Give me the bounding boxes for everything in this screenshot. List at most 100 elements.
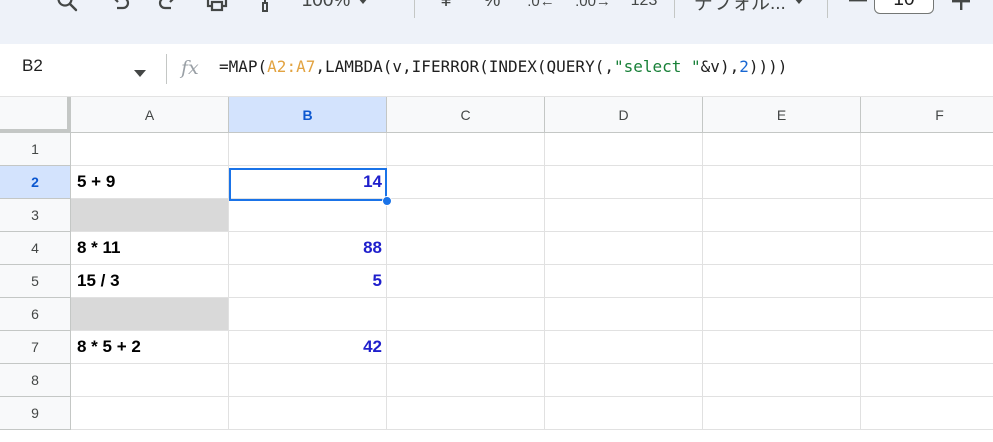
undo-icon[interactable] [107,0,133,14]
column-header-c[interactable]: C [387,97,545,133]
formula-range-ref: A2:A7 [267,57,316,76]
cell-e1[interactable] [703,133,861,166]
cell-e8[interactable] [703,364,861,397]
cell-a4[interactable]: 8 * 11 [71,232,229,265]
cell-c3[interactable] [387,199,545,232]
cell-f9[interactable] [861,397,993,430]
column-header-d[interactable]: D [545,97,703,133]
cell-b9[interactable] [229,397,387,430]
cell-b8[interactable] [229,364,387,397]
name-box-dropdown-icon[interactable] [134,64,146,82]
column-header-f[interactable]: F [861,97,993,133]
font-family-select[interactable]: デフォル... [694,0,814,14]
cell-a1[interactable] [71,133,229,166]
cell-d5[interactable] [545,265,703,298]
cell-b1[interactable] [229,133,387,166]
column-header-e[interactable]: E [703,97,861,133]
cell-e6[interactable] [703,298,861,331]
cell-a8[interactable] [71,364,229,397]
fill-handle[interactable] [382,196,392,206]
cell-f5[interactable] [861,265,993,298]
cell-e9[interactable] [703,397,861,430]
cell-d2[interactable] [545,166,703,199]
cell-b7[interactable]: 42 [229,331,387,364]
print-icon[interactable] [203,0,231,14]
cell-a5[interactable]: 15 / 3 [71,265,229,298]
formula-segment: &v), [700,57,740,76]
select-all-corner[interactable] [0,97,71,133]
cell-c7[interactable] [387,331,545,364]
cell-e5[interactable] [703,265,861,298]
search-icon[interactable] [54,0,80,14]
cell-d6[interactable] [545,298,703,331]
formula-input[interactable]: =MAP(A2:A7,LAMBDA(v,IFERROR(INDEX(QUERY(… [219,57,787,76]
cell-d3[interactable] [545,199,703,232]
paint-format-icon[interactable] [252,0,278,14]
cell-f7[interactable] [861,331,993,364]
row-header-7[interactable]: 7 [0,331,71,364]
cell-f8[interactable] [861,364,993,397]
cell-f4[interactable] [861,232,993,265]
row-header-1[interactable]: 1 [0,133,71,166]
row-header-2[interactable]: 2 [0,166,71,199]
cell-a3[interactable] [71,199,229,232]
cell-a9[interactable] [71,397,229,430]
cell-b3[interactable] [229,199,387,232]
zoom-value: 100% [301,0,351,11]
decrease-decimal-button[interactable]: .0← [526,0,556,14]
cell-b6[interactable] [229,298,387,331]
cell-c8[interactable] [387,364,545,397]
cell-c1[interactable] [387,133,545,166]
cell-b4[interactable]: 88 [229,232,387,265]
cell-d7[interactable] [545,331,703,364]
cell-b2[interactable]: 14 [229,166,387,199]
name-box[interactable]: B2 [22,56,43,76]
font-size-input[interactable]: 10 [874,0,934,14]
more-formats-button[interactable]: 123 [627,0,661,14]
cell-c9[interactable] [387,397,545,430]
redo-icon[interactable] [155,0,181,14]
formula-segment: )))) [748,57,788,76]
zoom-select[interactable]: 100% [300,0,370,14]
cell-c5[interactable] [387,265,545,298]
cell-d9[interactable] [545,397,703,430]
row-header-9[interactable]: 9 [0,397,71,430]
cell-e7[interactable] [703,331,861,364]
cell-a2[interactable]: 5 + 9 [71,166,229,199]
row-header-6[interactable]: 6 [0,298,71,331]
column-header-a[interactable]: A [71,97,229,133]
cell-c6[interactable] [387,298,545,331]
toolbar-separator [674,0,675,18]
cell-f1[interactable] [861,133,993,166]
fx-icon: fx [181,57,199,79]
cell-e3[interactable] [703,199,861,232]
cell-e2[interactable] [703,166,861,199]
cell-d1[interactable] [545,133,703,166]
currency-format-button[interactable]: ¥ [436,0,456,14]
column-header-b[interactable]: B [229,97,387,133]
format-123-label: 123 [630,0,658,9]
row-header-3[interactable]: 3 [0,199,71,232]
row-header-5[interactable]: 5 [0,265,71,298]
increase-font-size-button[interactable] [950,0,972,14]
cell-f2[interactable] [861,166,993,199]
cell-a6[interactable] [71,298,229,331]
cell-e4[interactable] [703,232,861,265]
toolbar-separator [414,0,415,18]
cell-b5[interactable]: 5 [229,265,387,298]
cell-d4[interactable] [545,232,703,265]
cell-f6[interactable] [861,298,993,331]
formula-string-literal: "select " [613,57,701,76]
formula-bar: B2 fx =MAP(A2:A7,LAMBDA(v,IFERROR(INDEX(… [0,44,993,97]
cell-c2[interactable] [387,166,545,199]
row-header-8[interactable]: 8 [0,364,71,397]
row-header-4[interactable]: 4 [0,232,71,265]
increase-decimal-button[interactable]: .00→ [575,0,611,14]
cell-f3[interactable] [861,199,993,232]
cell-c4[interactable] [387,232,545,265]
percent-format-button[interactable]: % [480,0,504,14]
font-family-value: デフォル... [694,0,786,14]
cell-d8[interactable] [545,364,703,397]
cell-a7[interactable]: 8 * 5 + 2 [71,331,229,364]
decrease-font-size-button[interactable] [848,0,868,14]
